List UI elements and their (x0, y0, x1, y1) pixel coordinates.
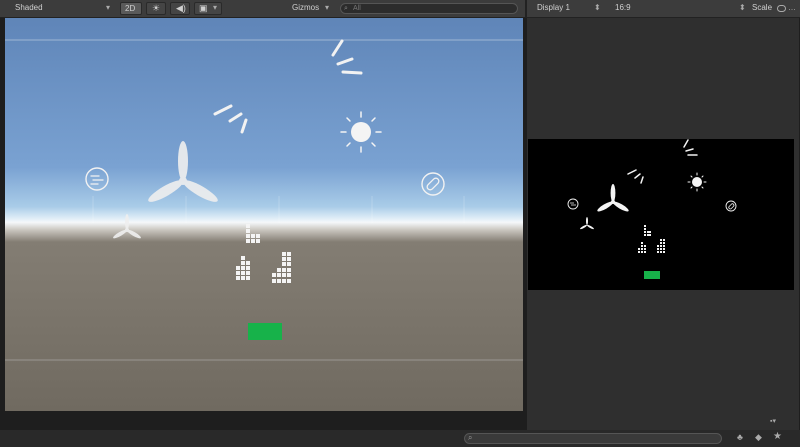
project-search-input[interactable]: ⌕ (464, 433, 722, 444)
lock-icon[interactable]: ▪▾ (770, 417, 776, 425)
scene-view[interactable] (5, 18, 523, 411)
filter-label-icon[interactable]: ◆ (755, 432, 762, 443)
search-placeholder: All (353, 5, 361, 12)
aspect-dropdown[interactable]: 16:9 (615, 3, 631, 13)
wind-lines-icon (683, 139, 698, 156)
propeller-icon (113, 214, 141, 239)
search-icon: ⌕ (344, 5, 348, 12)
cloud-wind-icon (567, 198, 579, 210)
display-dropdown[interactable]: Display 1 (537, 3, 570, 13)
building-icon (657, 239, 665, 253)
status-bar: ⌕ ♣ ◆ ★ (0, 430, 800, 447)
effects-chevron-icon: ▾ (213, 3, 218, 12)
bandage-icon (421, 172, 445, 196)
green-button[interactable] (644, 271, 660, 279)
bandage-icon (725, 200, 737, 212)
propeller-icon (580, 217, 594, 230)
aspect-chevron-icon[interactable]: ⬍ (739, 3, 746, 13)
filter-type-icon[interactable]: ♣ (737, 432, 743, 442)
building-icon (638, 242, 646, 253)
shading-mode-chevron-icon[interactable]: ▾ (106, 3, 110, 13)
scale-more-icon[interactable]: … (788, 3, 796, 13)
green-button[interactable] (248, 323, 282, 340)
scene-search-input[interactable]: ⌕ All (340, 3, 518, 14)
wind-lines-icon (331, 39, 363, 75)
effects-dropdown[interactable]: ▣ ▾ (194, 2, 222, 15)
wind-lines-icon (213, 104, 248, 134)
gizmos-dropdown[interactable]: Gizmos (292, 3, 319, 13)
game-view[interactable] (528, 139, 794, 290)
gizmos-chevron-icon[interactable]: ▾ (325, 3, 329, 13)
sun-icon (340, 111, 382, 153)
display-chevron-icon[interactable]: ⬍ (594, 3, 601, 13)
propeller-icon (597, 184, 629, 212)
scale-slider[interactable] (777, 5, 786, 12)
cloud-wind-icon (85, 167, 109, 191)
panel-divider (525, 0, 527, 17)
favorite-star-icon[interactable]: ★ (773, 431, 782, 442)
propeller-icon (148, 141, 218, 202)
building-icon (272, 252, 291, 283)
audio-toggle[interactable]: ◀) (170, 2, 190, 15)
speaker-icon: ◀) (176, 3, 186, 13)
search-icon: ⌕ (468, 433, 473, 442)
mode-2d-label: 2D (125, 4, 136, 13)
lighting-toggle[interactable]: ☀ (146, 2, 166, 15)
image-icon: ▣ (199, 3, 208, 13)
shading-mode-dropdown[interactable]: Shaded (15, 3, 43, 13)
mode-2d-toggle[interactable]: 2D (120, 2, 142, 15)
wind-lines-icon (627, 169, 644, 184)
sun-icon (687, 172, 707, 192)
scale-label: Scale (752, 3, 773, 12)
building-icon (246, 224, 260, 243)
light-icon: ☀ (152, 3, 161, 13)
building-icon (644, 225, 651, 236)
scene-toolbar: Shaded ▾ 2D ☀ ◀) ▣ ▾ Gizmos ▾ ⌕ All Disp… (0, 0, 800, 18)
building-icon (236, 256, 250, 280)
